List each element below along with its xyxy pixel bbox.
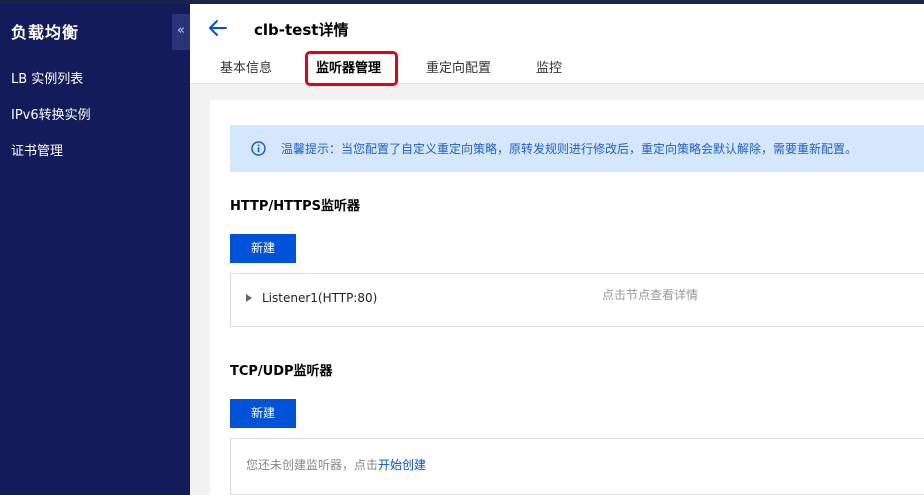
tab-basic-info[interactable]: 基本信息: [220, 57, 272, 76]
listener-item[interactable]: Listener1(HTTP:80): [262, 291, 377, 305]
page-title: clb-test详情: [254, 21, 349, 39]
notice-text: 温馨提示：当您配置了自定义重定向策略，原转发规则进行修改后，重定向策略会默认解除…: [281, 142, 858, 156]
tab-monitoring[interactable]: 监控: [536, 57, 562, 76]
arrow-left-icon[interactable]: [207, 17, 229, 39]
info-icon: [251, 141, 266, 156]
sidebar-item-lb-instances[interactable]: LB 实例列表: [11, 68, 83, 87]
active-tab-highlight: [305, 51, 398, 86]
sidebar-item-ipv6-conversion[interactable]: IPv6转换实例: [11, 104, 91, 123]
detail-hint: 点击节点查看详情: [602, 288, 699, 302]
empty-state: 您还未创建监听器，点击开始创建: [246, 456, 426, 473]
tab-redirect-config[interactable]: 重定向配置: [426, 57, 491, 76]
collapse-sidebar-icon[interactable]: «: [172, 14, 190, 50]
sidebar-item-certificates[interactable]: 证书管理: [11, 140, 63, 159]
sidebar-title: 负载均衡: [11, 23, 80, 42]
start-create-link[interactable]: 开始创建: [378, 458, 426, 472]
new-tcp-listener-button[interactable]: 新建: [230, 399, 296, 428]
empty-state-text: 您还未创建监听器，点击: [246, 458, 379, 472]
tcp-section-title: TCP/UDP监听器: [230, 364, 333, 379]
caret-right-icon[interactable]: [246, 294, 252, 302]
http-section-title: HTTP/HTTPS监听器: [230, 199, 360, 214]
new-http-listener-button[interactable]: 新建: [230, 234, 296, 263]
